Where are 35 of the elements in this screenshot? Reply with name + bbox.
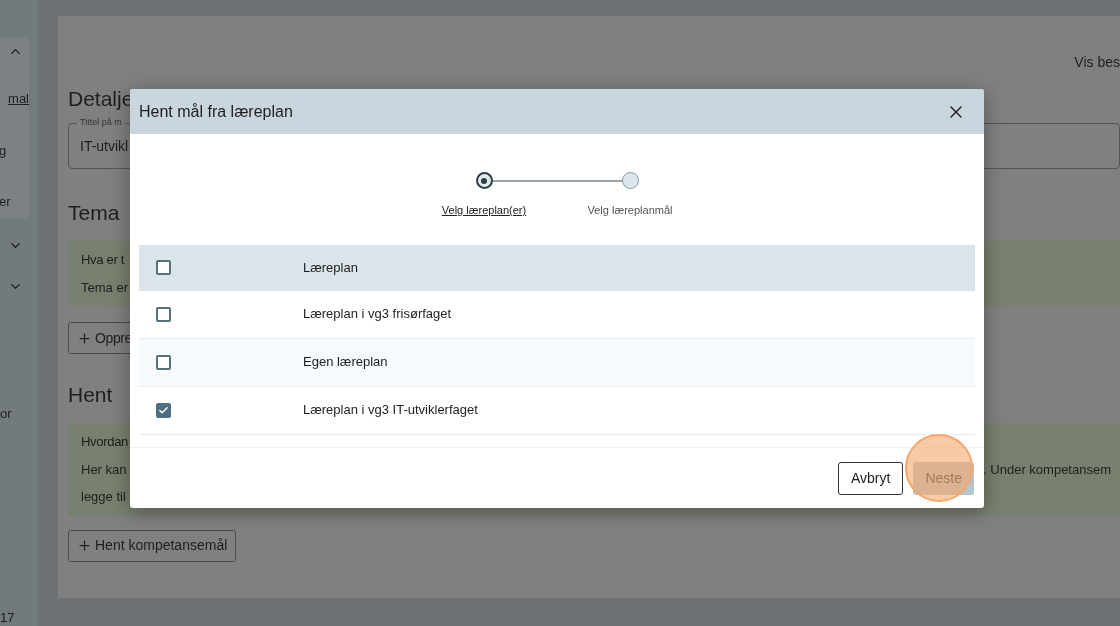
table-cell-text: Læreplan i vg3 frisørfaget bbox=[303, 305, 452, 324]
sidebar-link[interactable]: mal bbox=[8, 89, 29, 109]
section-heading: Hent bbox=[68, 384, 113, 405]
info-title: Hvordan bbox=[81, 433, 129, 451]
checkbox[interactable] bbox=[156, 260, 171, 275]
plus-icon bbox=[77, 330, 92, 346]
checkbox[interactable] bbox=[156, 306, 171, 322]
info-text: . Under kompetansem bbox=[983, 460, 1111, 479]
checkbox[interactable] bbox=[156, 354, 171, 370]
page-number: 17 bbox=[0, 609, 16, 626]
info-text: Tema er bbox=[81, 278, 128, 297]
check-icon bbox=[158, 404, 169, 416]
info-title: Hva er t bbox=[81, 251, 125, 269]
section-heading: Tema bbox=[68, 202, 120, 223]
field-label: Tittel på m bbox=[77, 116, 125, 130]
dialog-title: Hent mål fra læreplan bbox=[139, 101, 293, 122]
plus-icon bbox=[77, 538, 92, 553]
sidebar-item[interactable]: g bbox=[0, 140, 7, 160]
checkbox[interactable] bbox=[156, 402, 171, 418]
table-cell-text: Egen læreplan bbox=[303, 353, 388, 372]
section-heading: Detalje bbox=[68, 88, 134, 109]
step-indicator[interactable] bbox=[475, 172, 493, 189]
step-label[interactable]: Velg læreplanmål bbox=[587, 202, 673, 219]
cancel-button[interactable]: Avbryt bbox=[838, 461, 904, 495]
column-header: Læreplan bbox=[303, 258, 358, 277]
table-cell-text: Læreplan i vg3 IT-utviklerfaget bbox=[303, 401, 478, 420]
table-row[interactable]: Egen læreplan bbox=[139, 338, 975, 387]
info-text: legge til bbox=[81, 488, 126, 506]
info-text: Her kan bbox=[81, 460, 127, 479]
field-value: IT-utvikl bbox=[80, 136, 129, 156]
show-link[interactable]: Vis bes bbox=[1074, 52, 1120, 73]
sidebar-item[interactable]: er bbox=[0, 192, 11, 212]
step-label[interactable]: Velg læreplan(er) bbox=[441, 202, 527, 219]
sidebar-item[interactable]: or bbox=[0, 403, 38, 423]
add-button[interactable]: Hent kompetansemål bbox=[68, 529, 237, 562]
